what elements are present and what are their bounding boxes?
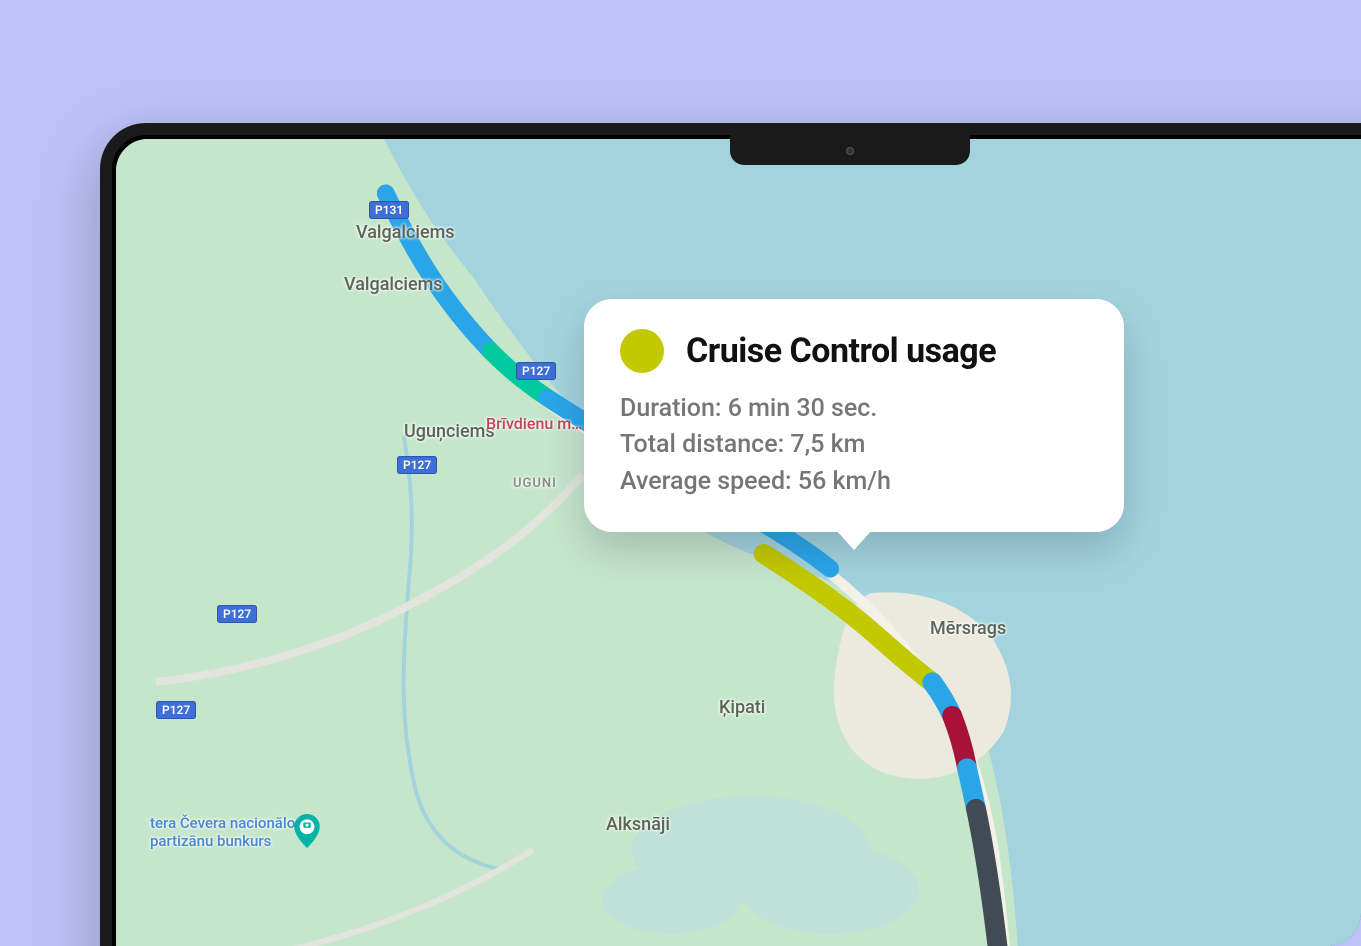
camera-dot-icon <box>846 147 854 155</box>
place-brivdienu: Brīvdienu m… <box>486 414 582 433</box>
place-kipati: Ķipati <box>719 697 765 718</box>
road-shield-p127-a: P127 <box>516 362 556 380</box>
duration-label: Duration: <box>620 394 722 423</box>
road-shield-p127-b: P127 <box>397 456 437 474</box>
popup-header: Cruise Control usage <box>620 329 1084 373</box>
distance-value: 7,5 km <box>790 430 865 459</box>
laptop-screen: P131 P127 P127 P127 P127 Valgalciems Val… <box>116 139 1361 946</box>
road-shield-p127-d: P127 <box>156 701 196 719</box>
legend-dot-icon <box>620 329 664 373</box>
place-alksnaji: Alksnāji <box>606 814 670 835</box>
road-shield-p131: P131 <box>369 201 409 219</box>
laptop-frame: P131 P127 P127 P127 P127 Valgalciems Val… <box>100 123 1361 946</box>
popup-row-avgspeed: Average speed: 56 km/h <box>620 464 1084 500</box>
place-ugunciems: Uguņciems <box>404 421 495 442</box>
map-canvas[interactable]: P131 P127 P127 P127 P127 Valgalciems Val… <box>116 139 1361 946</box>
popup-title: Cruise Control usage <box>686 331 996 371</box>
distance-label: Total distance: <box>620 430 784 459</box>
avgspeed-value: 56 km/h <box>798 467 891 496</box>
place-park-label: tera Čevera nacionālo partizānu bunkurs <box>150 814 295 850</box>
place-uguni-small: UGUNI <box>513 476 557 491</box>
popup-row-duration: Duration: 6 min 30 sec. <box>620 391 1084 427</box>
duration-value: 6 min 30 sec. <box>728 394 878 423</box>
park-marker-icon[interactable] <box>294 814 320 848</box>
popup-body: Duration: 6 min 30 sec. Total distance: … <box>620 391 1084 500</box>
place-valgalciems-1: Valgalciems <box>356 222 455 243</box>
avgspeed-label: Average speed: <box>620 467 792 496</box>
stage: P131 P127 P127 P127 P127 Valgalciems Val… <box>0 0 1361 946</box>
route-segment-popup: Cruise Control usage Duration: 6 min 30 … <box>584 299 1124 532</box>
popup-row-distance: Total distance: 7,5 km <box>620 427 1084 463</box>
place-mersrags: Mērsrags <box>930 618 1006 639</box>
road-shield-p127-c: P127 <box>217 605 257 623</box>
laptop-notch <box>730 135 970 165</box>
place-valgalciems-2: Valgalciems <box>344 274 443 295</box>
